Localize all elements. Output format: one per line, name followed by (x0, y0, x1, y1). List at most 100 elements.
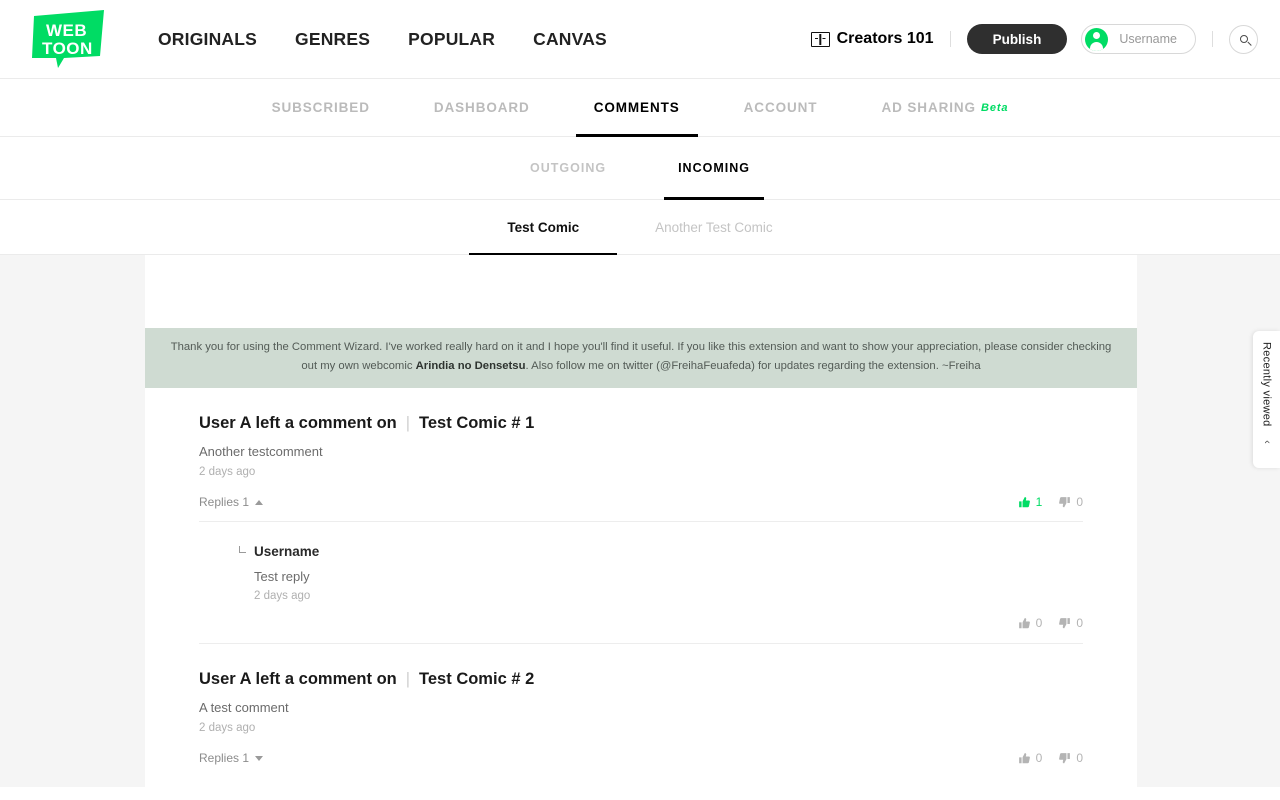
reply-body: Test reply (254, 569, 310, 584)
tab-test-comic-label: Test Comic (507, 219, 580, 235)
thumbs-up-icon (1018, 752, 1030, 763)
like-count: 0 (1035, 616, 1043, 630)
comment-header: User A left a comment on | Test Comic # … (199, 670, 1083, 689)
comment-timestamp: 2 days ago (199, 722, 256, 734)
tab-comments[interactable]: COMMENTS (562, 79, 712, 137)
comment-footer: Replies 1 0 0 (199, 751, 1083, 777)
tab-comments-label: COMMENTS (593, 100, 680, 115)
tab-dashboard-label: DASHBOARD (433, 100, 530, 115)
comment-header: User A left a comment on | Test Comic # … (199, 414, 1083, 433)
tab-subscribed-label: SUBSCRIBED (271, 100, 370, 115)
tab-another-test-comic-label: Another Test Comic (655, 219, 773, 235)
creators-101-label: Creators 101 (836, 30, 934, 47)
like-button[interactable]: 1 (1018, 495, 1043, 509)
replies-toggle-label: Replies 1 (199, 751, 250, 765)
page-body: Thank you for using the Comment Wizard. … (0, 255, 1280, 787)
tab-account-label: ACCOUNT (743, 100, 818, 115)
comment-body: A test comment (199, 700, 289, 715)
nav-canvas[interactable]: CANVAS (533, 29, 607, 50)
primary-tabs: SUBSCRIBED DASHBOARD COMMENTS ACCOUNT AD… (0, 79, 1280, 137)
publish-button[interactable]: Publish (966, 24, 1068, 54)
caret-down-icon (255, 755, 264, 761)
thumbs-down-icon (1059, 617, 1071, 628)
book-icon (810, 31, 830, 47)
like-count: 1 (1035, 495, 1043, 509)
notice-webcomic-title: Arindia no Densetsu (415, 360, 526, 372)
comment-separator: | (405, 414, 411, 432)
creators-101-link[interactable]: Creators 101 (810, 30, 934, 48)
comic-selector-tabs: Test Comic Another Test Comic (0, 200, 1280, 255)
thumbs-up-icon (1018, 617, 1030, 628)
recently-viewed-label: Recently viewed (1260, 342, 1273, 427)
tab-subscribed[interactable]: SUBSCRIBED (240, 79, 402, 136)
dislike-count: 0 (1076, 751, 1083, 765)
comment-target: Test Comic # 2 (419, 670, 535, 688)
tab-incoming[interactable]: INCOMING (642, 137, 786, 200)
reply-item: Username Test reply 2 days ago 0 0 (199, 522, 1083, 643)
tab-test-comic[interactable]: Test Comic (469, 200, 617, 255)
svg-text:WEB: WEB (46, 21, 87, 40)
webtoon-logo[interactable]: WEB TOON (26, 8, 112, 70)
dislike-button[interactable]: 0 (1058, 616, 1083, 630)
replies-toggle[interactable]: Replies 1 (199, 751, 264, 765)
thumbs-down-icon (1059, 752, 1071, 763)
comment-author-line: User A left a comment on (199, 670, 397, 688)
comment-timestamp: 2 days ago (199, 466, 256, 478)
reply-header: Username (239, 544, 1083, 559)
recently-viewed-tab[interactable]: Recently viewed ‹ (1253, 331, 1280, 468)
site-header: WEB TOON ORIGINALS GENRES POPULAR CANVAS… (0, 0, 1280, 79)
vote-controls: 1 0 (1018, 495, 1083, 509)
notice-text-part2: . Also follow me on twitter (@FreihaFeua… (525, 360, 981, 372)
like-button[interactable]: 0 (1018, 751, 1043, 765)
replies-toggle[interactable]: Replies 1 (199, 495, 264, 509)
avatar (1085, 27, 1109, 51)
vote-controls: 0 0 (1018, 616, 1083, 630)
webtoon-logo-icon: WEB TOON (32, 10, 104, 68)
reply-footer: 0 0 (239, 616, 1083, 643)
nav-popular[interactable]: POPULAR (408, 29, 495, 50)
reply-corner-icon (239, 546, 246, 553)
chevron-left-icon: ‹ (1260, 439, 1273, 444)
main-navigation: ORIGINALS GENRES POPULAR CANVAS (158, 29, 607, 50)
dislike-button[interactable]: 0 (1058, 495, 1083, 509)
comment-list: User A left a comment on | Test Comic # … (145, 388, 1137, 777)
dislike-button[interactable]: 0 (1058, 751, 1083, 765)
dislike-count: 0 (1076, 616, 1083, 630)
comment-separator: | (405, 670, 411, 688)
dislike-count: 0 (1076, 495, 1083, 509)
header-right-actions: Creators 101 Publish Username (810, 0, 1258, 78)
reply-timestamp: 2 days ago (254, 590, 311, 602)
comment-author-line: User A left a comment on (199, 414, 397, 432)
tab-another-test-comic[interactable]: Another Test Comic (617, 200, 811, 254)
search-button[interactable] (1229, 24, 1258, 54)
beta-badge: Beta (980, 101, 1009, 114)
thumbs-down-icon (1059, 496, 1071, 507)
comment-target: Test Comic # 1 (419, 414, 535, 432)
tab-outgoing-label: OUTGOING (530, 161, 607, 175)
vote-controls: 0 0 (1018, 751, 1083, 765)
thumbs-up-icon (1018, 496, 1030, 507)
svg-text:TOON: TOON (42, 39, 93, 58)
username-label: Username (1119, 32, 1177, 46)
comment-item: User A left a comment on | Test Comic # … (199, 388, 1083, 644)
divider (1212, 31, 1213, 47)
like-count: 0 (1035, 751, 1043, 765)
content-panel: Thank you for using the Comment Wizard. … (145, 255, 1137, 787)
like-button[interactable]: 0 (1018, 616, 1043, 630)
tab-ad-sharing-label: AD SHARING (881, 100, 976, 115)
caret-up-icon (255, 499, 264, 505)
search-icon (1239, 35, 1248, 43)
user-menu[interactable]: Username (1081, 24, 1196, 54)
divider (949, 31, 951, 47)
tab-account[interactable]: ACCOUNT (712, 79, 850, 136)
nav-originals[interactable]: ORIGINALS (158, 29, 257, 50)
tab-incoming-label: INCOMING (678, 161, 750, 175)
tab-ad-sharing[interactable]: AD SHARING Beta (849, 79, 1040, 136)
comment-footer: Replies 1 1 0 (199, 495, 1083, 521)
replies-toggle-label: Replies 1 (199, 495, 250, 509)
comment-item: User A left a comment on | Test Comic # … (199, 644, 1083, 777)
secondary-tabs: OUTGOING INCOMING (0, 137, 1280, 200)
nav-genres[interactable]: GENRES (295, 29, 370, 50)
tab-outgoing[interactable]: OUTGOING (494, 137, 642, 199)
tab-dashboard[interactable]: DASHBOARD (402, 79, 562, 136)
